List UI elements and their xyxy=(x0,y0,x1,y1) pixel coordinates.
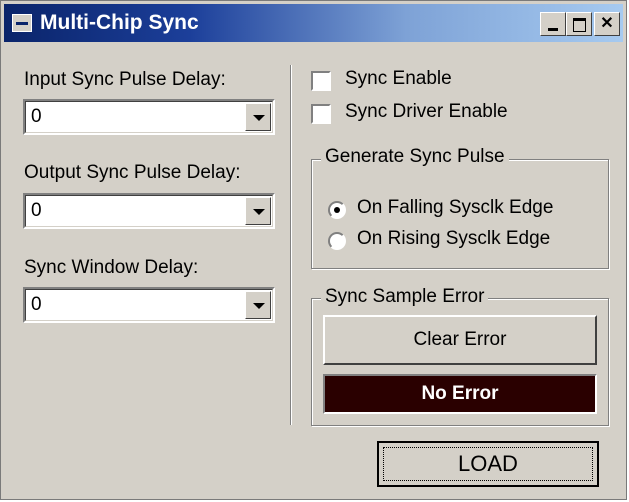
sync-window-delay-label: Sync Window Delay: xyxy=(24,257,199,278)
output-sync-pulse-delay-label: Output Sync Pulse Delay: xyxy=(24,162,241,183)
generate-sync-pulse-legend: Generate Sync Pulse xyxy=(321,146,509,168)
maximize-icon[interactable] xyxy=(566,12,592,36)
window-icon[interactable] xyxy=(12,14,32,32)
load-button[interactable]: LOAD xyxy=(377,441,599,487)
falling-edge-label[interactable]: On Falling Sysclk Edge xyxy=(357,197,553,219)
close-icon[interactable]: ✕ xyxy=(594,12,620,36)
input-sync-pulse-delay-label: Input Sync Pulse Delay: xyxy=(24,69,226,90)
minimize-icon[interactable] xyxy=(540,12,566,36)
dropdown-arrow-icon[interactable] xyxy=(245,103,271,131)
dropdown-arrow-icon[interactable] xyxy=(245,197,271,225)
error-status-display: No Error xyxy=(323,374,597,414)
clear-error-button[interactable]: Clear Error xyxy=(323,315,597,365)
input-sync-pulse-delay-combo[interactable]: 0 xyxy=(23,99,275,135)
rising-edge-radio[interactable] xyxy=(328,232,346,250)
dropdown-arrow-icon[interactable] xyxy=(245,291,271,319)
sync-driver-enable-label[interactable]: Sync Driver Enable xyxy=(345,101,508,123)
combo-value: 0 xyxy=(31,294,42,315)
combo-value: 0 xyxy=(31,106,42,127)
falling-edge-radio[interactable] xyxy=(328,201,346,219)
sync-enable-label[interactable]: Sync Enable xyxy=(345,68,452,90)
output-sync-pulse-delay-combo[interactable]: 0 xyxy=(23,193,275,229)
title-bar[interactable]: Multi-Chip Sync ✕ xyxy=(4,4,623,42)
window-title: Multi-Chip Sync xyxy=(40,11,199,34)
sync-sample-error-legend: Sync Sample Error xyxy=(321,286,489,308)
sync-enable-checkbox[interactable] xyxy=(311,71,331,91)
sync-window-delay-combo[interactable]: 0 xyxy=(23,287,275,323)
rising-edge-label[interactable]: On Rising Sysclk Edge xyxy=(357,228,550,250)
column-divider xyxy=(290,65,292,425)
sync-driver-enable-checkbox[interactable] xyxy=(311,104,331,124)
multi-chip-sync-window: Multi-Chip Sync ✕ Input Sync Pulse Delay… xyxy=(0,0,627,500)
load-button-label: LOAD xyxy=(458,451,518,476)
combo-value: 0 xyxy=(31,200,42,221)
